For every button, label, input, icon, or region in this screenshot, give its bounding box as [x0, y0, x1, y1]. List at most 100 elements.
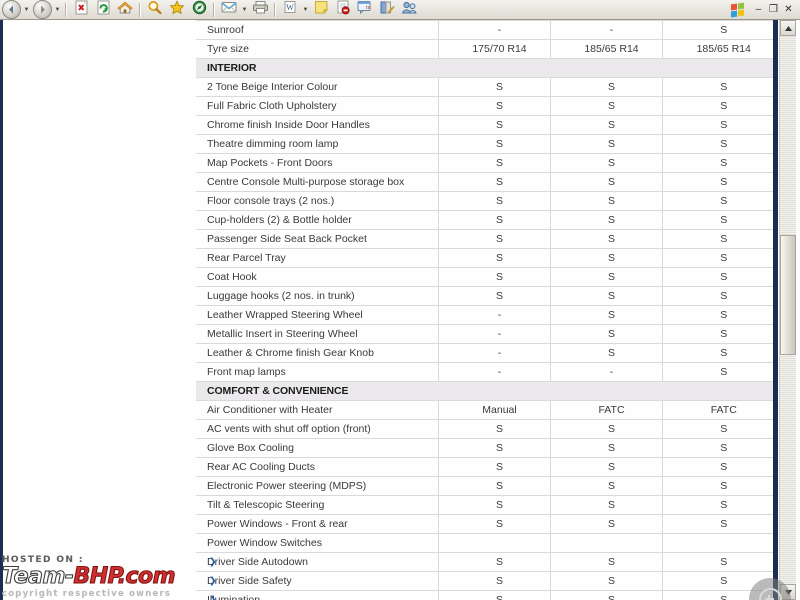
table-row: Rear AC Cooling Ducts S S S [196, 457, 774, 477]
feature-label: Electronic Power steering (MDPS) [196, 476, 438, 496]
back-button[interactable] [0, 0, 22, 19]
feature-value: S [549, 77, 662, 97]
table-row: Front map lamps - - S [196, 362, 774, 382]
feature-value: S [661, 476, 774, 496]
table-row: Tilt & Telescopic Steering S S S [196, 495, 774, 515]
notes-button[interactable] [310, 0, 332, 19]
feature-label-text: Driver Side Autodown [207, 556, 308, 568]
forward-button[interactable] [31, 0, 53, 19]
table-row: Theatre dimming room lamp S S S [196, 134, 774, 154]
feature-value: S [661, 267, 774, 287]
home-button[interactable] [114, 0, 136, 19]
feature-value: S [549, 590, 662, 600]
stop-x-icon [74, 0, 89, 20]
table-row: ❯ Driver Side Safety S S S [196, 571, 774, 591]
feature-value: S [549, 172, 662, 192]
vertical-scrollbar[interactable] [779, 20, 796, 600]
edit-button[interactable]: W [279, 0, 301, 19]
stop-button[interactable] [70, 0, 92, 19]
feature-value: S [437, 191, 550, 211]
feature-value: - [437, 305, 550, 325]
page-right-border [773, 20, 778, 600]
feature-value: S [437, 590, 550, 600]
feature-value: S [661, 552, 774, 572]
feature-label: Metallic Insert in Steering Wheel [196, 324, 438, 344]
table-section-header: INTERIOR [196, 58, 774, 78]
feature-value: S [437, 248, 550, 268]
feature-label: Centre Console Multi-purpose storage box [196, 172, 438, 192]
favorites-button[interactable] [166, 0, 188, 19]
feature-value: S [549, 476, 662, 496]
table-row: AC vents with shut off option (front) S S S [196, 419, 774, 439]
feature-value: S [437, 267, 550, 287]
chat-window-icon: m [357, 0, 373, 20]
feature-label: Tilt & Telescopic Steering [196, 495, 438, 515]
close-button[interactable]: ✕ [781, 2, 796, 17]
feature-value: 175/70 R14 [437, 39, 550, 59]
minimize-button[interactable]: – [751, 2, 766, 17]
windows-logo-icon [731, 2, 746, 17]
feature-value: S [549, 286, 662, 306]
feature-value: S [661, 457, 774, 477]
restore-button[interactable]: ❐ [766, 2, 781, 17]
feature-value: S [437, 172, 550, 192]
messenger-button[interactable]: m [354, 0, 376, 19]
search-button[interactable] [144, 0, 166, 19]
feature-value: S [661, 305, 774, 325]
forward-arrow-icon [32, 0, 52, 19]
table-row: Glove Box Cooling S S S [196, 438, 774, 458]
feature-value: S [549, 457, 662, 477]
print-button[interactable] [249, 0, 271, 19]
table-row: 2 Tone Beige Interior Colour S S S [196, 77, 774, 97]
history-button[interactable] [188, 0, 210, 19]
feature-value: S [437, 552, 550, 572]
feature-label: Full Fabric Cloth Upholstery [196, 96, 438, 116]
mail-dropdown[interactable]: ▼ [240, 0, 249, 19]
feature-value: S [549, 134, 662, 154]
refresh-button[interactable] [92, 0, 114, 19]
toolbar-separator [139, 2, 141, 17]
toolbar-separator [213, 2, 215, 17]
feature-label: ❯ Driver Side Safety [196, 571, 438, 591]
feature-value: - [437, 343, 550, 363]
feature-value: S [661, 153, 774, 173]
table-row: Full Fabric Cloth Upholstery S S S [196, 96, 774, 116]
mail-button[interactable] [218, 0, 240, 19]
feature-value: S [549, 495, 662, 515]
feature-value: S [549, 324, 662, 344]
contacts-icon [401, 0, 418, 20]
feature-value: S [661, 191, 774, 211]
scroll-up-button[interactable] [780, 20, 796, 36]
table-row: Leather & Chrome finish Gear Knob - S S [196, 343, 774, 363]
research-button[interactable] [376, 0, 398, 19]
feature-value: S [549, 210, 662, 230]
forward-dropdown[interactable]: ▼ [53, 0, 62, 19]
back-dropdown[interactable]: ▼ [22, 0, 31, 19]
scrollbar-thumb[interactable] [780, 235, 796, 355]
feature-value: S [661, 324, 774, 344]
feature-value: S [549, 229, 662, 249]
feature-value: - [437, 362, 550, 382]
chevron-right-icon: ❯ [209, 594, 217, 600]
feature-value: S [661, 495, 774, 515]
feature-label: Sunroof [196, 20, 438, 40]
printer-icon [252, 0, 269, 19]
blocked-page-button[interactable] [332, 0, 354, 19]
feature-label: Map Pockets - Front Doors [196, 153, 438, 173]
feature-label: Floor console trays (2 nos.) [196, 191, 438, 211]
edit-dropdown[interactable]: ▼ [301, 0, 310, 19]
page-block-icon [336, 0, 351, 20]
table-row: Coat Hook S S S [196, 267, 774, 287]
sticky-note-icon [314, 0, 329, 19]
feature-label: Chrome finish Inside Door Handles [196, 115, 438, 135]
contacts-button[interactable] [398, 0, 420, 19]
feature-value: S [661, 438, 774, 458]
feature-value: S [437, 153, 550, 173]
feature-label: Luggage hooks (2 nos. in trunk) [196, 286, 438, 306]
table-row: Air Conditioner with Heater Manual FATC FAT… [196, 400, 774, 420]
feature-label: ❯ Illumination [196, 590, 438, 600]
research-icon [379, 0, 395, 20]
feature-label-text: Driver Side Safety [207, 575, 292, 587]
watermark: HOSTED ON : Team-BHP.com copyright respe… [1, 555, 194, 599]
feature-label: Front map lamps [196, 362, 438, 382]
